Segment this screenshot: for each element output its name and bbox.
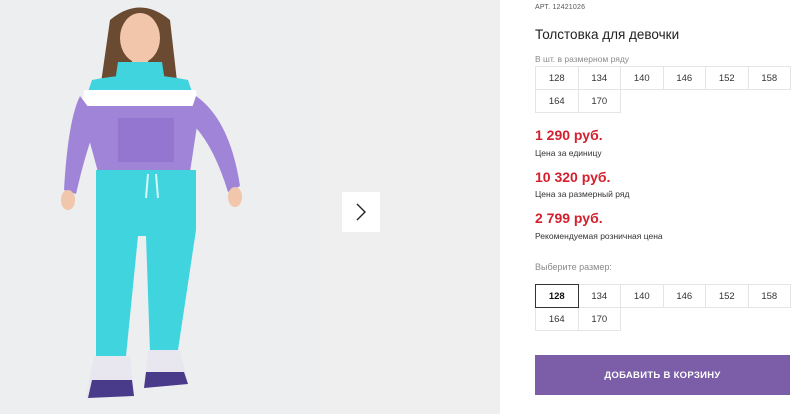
- size-option-146[interactable]: 146: [662, 284, 706, 308]
- size-select-label: Выберите размер:: [535, 262, 612, 272]
- article-label: АРТ.: [535, 4, 551, 11]
- row-price-label: Цена за размерный ряд: [535, 189, 630, 199]
- size-option-164[interactable]: 164: [535, 307, 579, 331]
- retail-price: 2 799 руб.: [535, 210, 603, 226]
- article-value: 12421026: [552, 4, 586, 11]
- size-row-item: 158: [747, 66, 791, 90]
- size-option-170[interactable]: 170: [577, 307, 621, 331]
- size-option-158[interactable]: 158: [747, 284, 791, 308]
- size-row-item: 140: [620, 66, 664, 90]
- size-row-item: 170: [577, 89, 621, 113]
- product-title: Толстовка для девочки: [535, 27, 680, 42]
- size-option-128[interactable]: 128: [535, 284, 579, 308]
- product-gallery: [0, 0, 500, 414]
- unit-price-label: Цена за единицу: [535, 148, 602, 158]
- size-row-grid: 128 134 140 146 152 158 164 170: [535, 66, 791, 113]
- product-photo-illustration: [61, 7, 242, 398]
- size-row-item: 134: [577, 66, 621, 90]
- size-select-grid: 128 134 140 146 152 158 164 170: [535, 284, 791, 331]
- next-image-button[interactable]: [342, 192, 380, 232]
- chevron-right-icon: [356, 203, 366, 221]
- add-to-cart-button[interactable]: ДОБАВИТЬ В КОРЗИНУ: [535, 355, 790, 395]
- size-option-134[interactable]: 134: [577, 284, 621, 308]
- size-row-item: 164: [535, 89, 579, 113]
- product-photo: [0, 0, 320, 414]
- unit-price: 1 290 руб.: [535, 127, 603, 143]
- size-row-item: 152: [705, 66, 749, 90]
- size-row-hint: В шт. в размерном ряду: [535, 54, 630, 64]
- size-row-item: 146: [662, 66, 706, 90]
- article-number: АРТ. 12421026: [535, 4, 585, 11]
- row-price: 10 320 руб.: [535, 169, 611, 185]
- size-row-item: 128: [535, 66, 579, 90]
- retail-price-label: Рекомендуемая розничная цена: [535, 231, 663, 241]
- size-option-140[interactable]: 140: [620, 284, 664, 308]
- size-option-152[interactable]: 152: [705, 284, 749, 308]
